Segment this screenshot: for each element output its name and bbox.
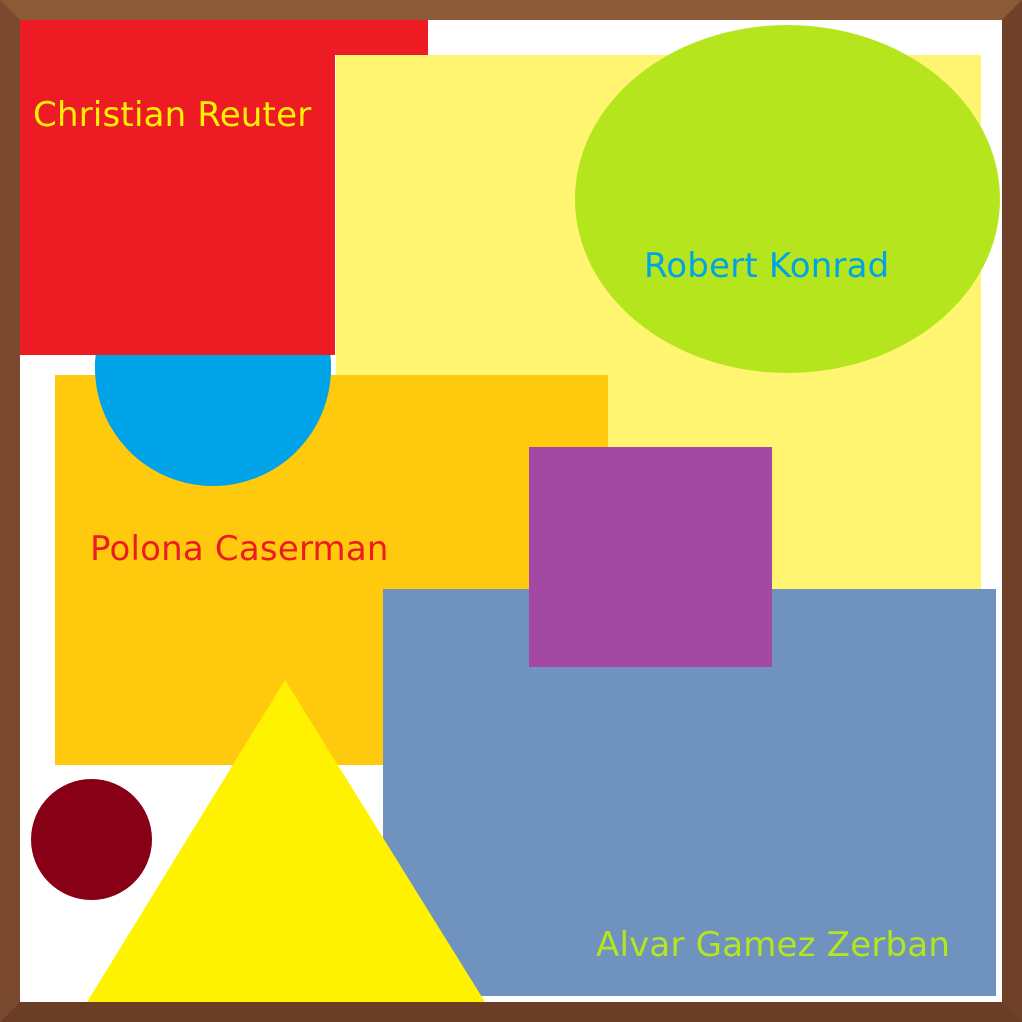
label-robert-konrad: Robert Konrad [644, 246, 890, 286]
yellow-triangle [87, 680, 485, 1002]
yellow-triangle-shape [87, 680, 485, 1002]
label-alvar-gamez-zerban: Alvar Gamez Zerban [596, 925, 951, 965]
label-christian-reuter: Christian Reuter [33, 95, 312, 135]
drawing-canvas: Christian Reuter Robert Konrad Polona Ca… [0, 0, 1022, 1022]
label-polona-caserman: Polona Caserman [90, 529, 389, 569]
